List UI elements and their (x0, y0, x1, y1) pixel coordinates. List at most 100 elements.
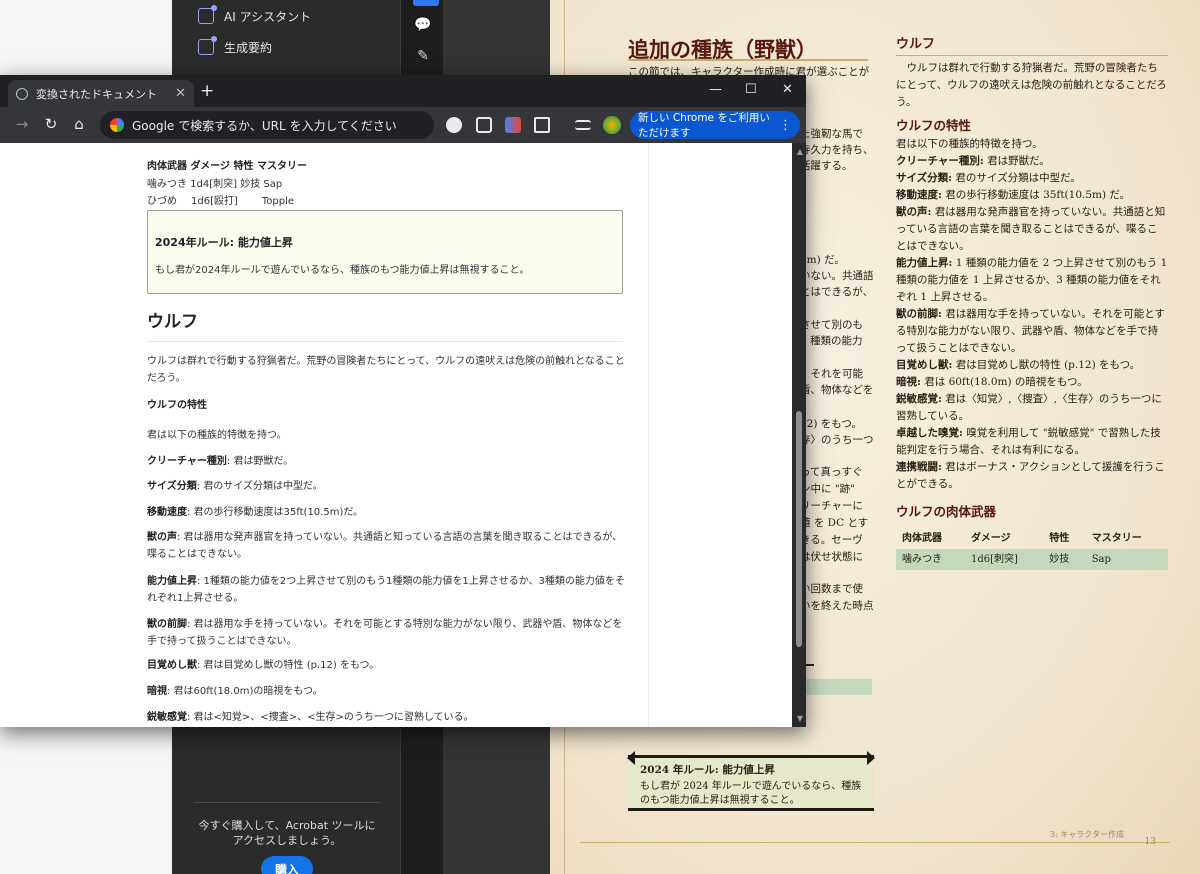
table-header: マスタリー (1091, 533, 1142, 544)
generative-summary-label: 生成要約 (224, 40, 273, 55)
trait-item: 獣の前脚: 君は器用な手を持っていない。それを可能とする特別な能力がない限り、武… (896, 308, 1165, 354)
ai-assistant-icon (198, 5, 217, 24)
trait-item: 移動速度: 君の歩行移動速度は 35ft(10.5m) だ。 (896, 189, 1131, 201)
ai-assistant-label: AI アシスタント (224, 9, 312, 24)
column-fragment: いない。共通語 (800, 270, 874, 282)
column-fragment: 値 を DC とす (800, 517, 869, 529)
natural-weapons-table: 肉体武器 ダメージ 特性 マスタリー 噛みつき 1d6[刺突] 妙技 Sap (896, 528, 1168, 570)
address-placeholder: Google で検索するか、URL を入力してください (132, 118, 397, 133)
natural-weapons-heading: ウルフの肉体武器 (896, 504, 997, 519)
chrome-window: 変換されたドキュメント ✕ + — ☐ ✕ → ↻ ⌂ Google で検索する… (0, 75, 806, 727)
tab-close-icon[interactable]: ✕ (175, 86, 186, 101)
wolf-heading: ウルフ (896, 36, 1168, 56)
trait-item: 暗視: 君は60ft(18.0m)の暗視をもつ。 (147, 686, 323, 697)
reading-list-icon[interactable] (575, 120, 591, 130)
trait-item: 連携戦闘: 君はボーナス・アクションとして援護を行うことができる。 (896, 461, 1165, 490)
note-title: 2024 年ルール: 能力値上昇 (640, 764, 775, 776)
address-bar[interactable]: Google で検索するか、URL を入力してください (100, 111, 434, 139)
update-label: 新しい Chrome をご利用いただけます (638, 112, 770, 139)
page-side-margin (648, 143, 792, 727)
wolf-intro: ウルフは群れで行動する狩猟者だ。荒野の冒険者たちにとって、ウルフの遠吠えは危険の… (896, 62, 1167, 108)
profile-avatar[interactable] (603, 116, 621, 134)
rule-2024-body: もし君が2024年ルールで遊んでいるなら、種族のもつ能力値上昇は無視すること。 (155, 265, 530, 276)
table-cell: Sap (1085, 549, 1168, 570)
bookmark-icon[interactable] (476, 117, 492, 133)
comment-tool-icon[interactable]: 💬 (413, 15, 433, 35)
wolf-traits-heading: ウルフの特性 (896, 118, 972, 133)
scrollbar-thumb[interactable] (796, 411, 802, 647)
footer-rule (580, 842, 1170, 843)
rule-2024-title: 2024年ルール: 能力値上昇 (155, 236, 293, 249)
heading-rule (147, 341, 623, 342)
column-fragment: 活躍する。 (800, 160, 853, 172)
buy-button[interactable]: 購入 (261, 856, 313, 874)
column-fragment: 3 種類の能力 (800, 335, 863, 347)
extension-icon[interactable] (505, 117, 521, 133)
ai-assistant-menu-item[interactable]: AI アシスタント (198, 5, 311, 27)
close-window-icon[interactable]: ✕ (782, 82, 793, 97)
generative-summary-menu-item[interactable]: 生成要約 (198, 36, 272, 58)
table-header: ダメージ (971, 533, 1011, 544)
weapon-row-hoof: ひづめ 1d6[殴打] Topple (147, 196, 295, 207)
browser-tab[interactable]: 変換されたドキュメント ✕ (8, 80, 194, 107)
globe-icon (16, 87, 28, 100)
weapon-row-bite: 噛みつき 1d4[刺突] 妙技 Sap (147, 179, 283, 190)
table-cell: 1d6[刺突] (965, 549, 1044, 570)
extensions-puzzle-icon[interactable] (534, 117, 550, 133)
column-fragment: いを終えた時点 (800, 600, 874, 612)
wolf-heading: ウルフ (147, 312, 198, 332)
trait-item: 鋭敏感覚: 君は<知覚>、<捜査>、<生存>のうち一つに習熟している。 (147, 712, 474, 723)
vertical-scrollbar[interactable]: ▲ ▼ (792, 143, 806, 727)
trait-item: 移動速度: 君の歩行移動速度は35ft(10.5m)だ。 (147, 507, 364, 518)
home-icon[interactable]: ⌂ (69, 115, 89, 133)
trait-item: 目覚めし獣: 君は目覚めし獣の特性 (p.12) をもつ。 (896, 359, 1141, 371)
summary-icon (198, 36, 217, 55)
table-header: 特性 (1049, 533, 1070, 544)
extension-icon[interactable] (446, 117, 462, 133)
table-header: 肉体武器 (902, 533, 942, 544)
table-row: 噛みつき 1d6[刺突] 妙技 Sap (896, 549, 1168, 570)
trait-item: 能力値上昇: 1種類の能力値を2つ上昇させて別のもう1種類の能力値を1上昇させる… (147, 576, 625, 604)
maximize-icon[interactable]: ☐ (745, 82, 757, 97)
rule-2024-box: 2024年ルール: 能力値上昇 もし君が2024年ルールで遊んでいるなら、種族の… (147, 210, 623, 294)
forward-icon[interactable]: → (12, 115, 32, 133)
pdf-right-column: ウルフ ウルフは群れで行動する狩猟者だ。荒野の冒険者たちにとって、ウルフの遠吠え… (896, 36, 1168, 570)
new-tab-icon[interactable]: + (200, 81, 214, 101)
trait-item: 獣の声: 君は器用な発声器官を持っていない。共通語と知っている言語の言葉を聞き取… (896, 206, 1166, 252)
google-icon (110, 118, 124, 132)
trait-item: 獣の声: 君は器用な発声器官を持っていない。共通語と知っている言語の言葉を聞き取… (147, 532, 623, 560)
column-fragment: た強靭な馬で (800, 128, 863, 140)
trait-item: クリーチャー種別: 君は野獣だ。 (896, 155, 1050, 167)
trait-item: 暗視: 君は 60ft(18.0m) の暗視をもつ。 (896, 376, 1088, 388)
column-fragment: は伏せ状態に (800, 551, 863, 563)
chrome-update-button[interactable]: 新しい Chrome をご利用いただけます ⋮ (630, 111, 800, 139)
column-fragment: って真っすぐ (800, 466, 863, 478)
column-fragment: させて別のも (800, 319, 863, 331)
column-fragment: 12) をもつ。 (800, 418, 862, 430)
scroll-up-icon[interactable]: ▲ (797, 147, 803, 156)
traits-intro: 君は以下の種族的特徴を持つ。 (147, 430, 287, 441)
trait-item: 目覚めし獣: 君は目覚めし獣の特性 (p.12) をもつ。 (147, 660, 380, 671)
table-cell: 噛みつき (896, 549, 966, 570)
trait-item: サイズ分類: 君のサイズ分類は中型だ。 (896, 172, 1081, 184)
more-options-icon[interactable]: ⋮ (779, 118, 792, 133)
column-fragment: きる。セーヴ (800, 534, 863, 546)
column-fragment: リーチャーに (800, 500, 863, 512)
minimize-icon[interactable]: — (709, 82, 722, 97)
pdf-page-number: 13 (1144, 837, 1156, 847)
column-fragment: い回数まで使 (800, 583, 863, 595)
column-fragment: とはできるが、 (800, 286, 874, 298)
browser-toolbar: → ↻ ⌂ Google で検索するか、URL を入力してください 新しい Ch… (0, 107, 806, 143)
scroll-down-icon[interactable]: ▼ (797, 714, 803, 723)
promo-text: 今すぐ購入して、Acrobat ツールにアクセスしましょう。 (198, 819, 376, 847)
draw-tool-icon[interactable]: ✎ (413, 46, 433, 66)
column-fragment: ン中に "跡" (800, 483, 855, 495)
reload-icon[interactable]: ↻ (41, 115, 61, 133)
traits-heading: ウルフの特性 (147, 400, 207, 411)
divider (194, 802, 380, 803)
trait-item: 卓越した嗅覚: 嗅覚を利用して "鋭敏感覚" で習熟した技能判定を行う場合、それ… (896, 427, 1161, 456)
trait-item: クリーチャー種別: 君は野獣だ。 (147, 456, 294, 467)
traits-intro: 君は以下の種族的特徴を持つ。 (896, 138, 1043, 150)
trait-item: 獣の前脚: 君は器用な手を持っていない。それを可能とする特別な能力がない限り、武… (147, 619, 623, 647)
weapon-table-header: 肉体武器 ダメージ 特性 マスタリー (147, 161, 307, 172)
